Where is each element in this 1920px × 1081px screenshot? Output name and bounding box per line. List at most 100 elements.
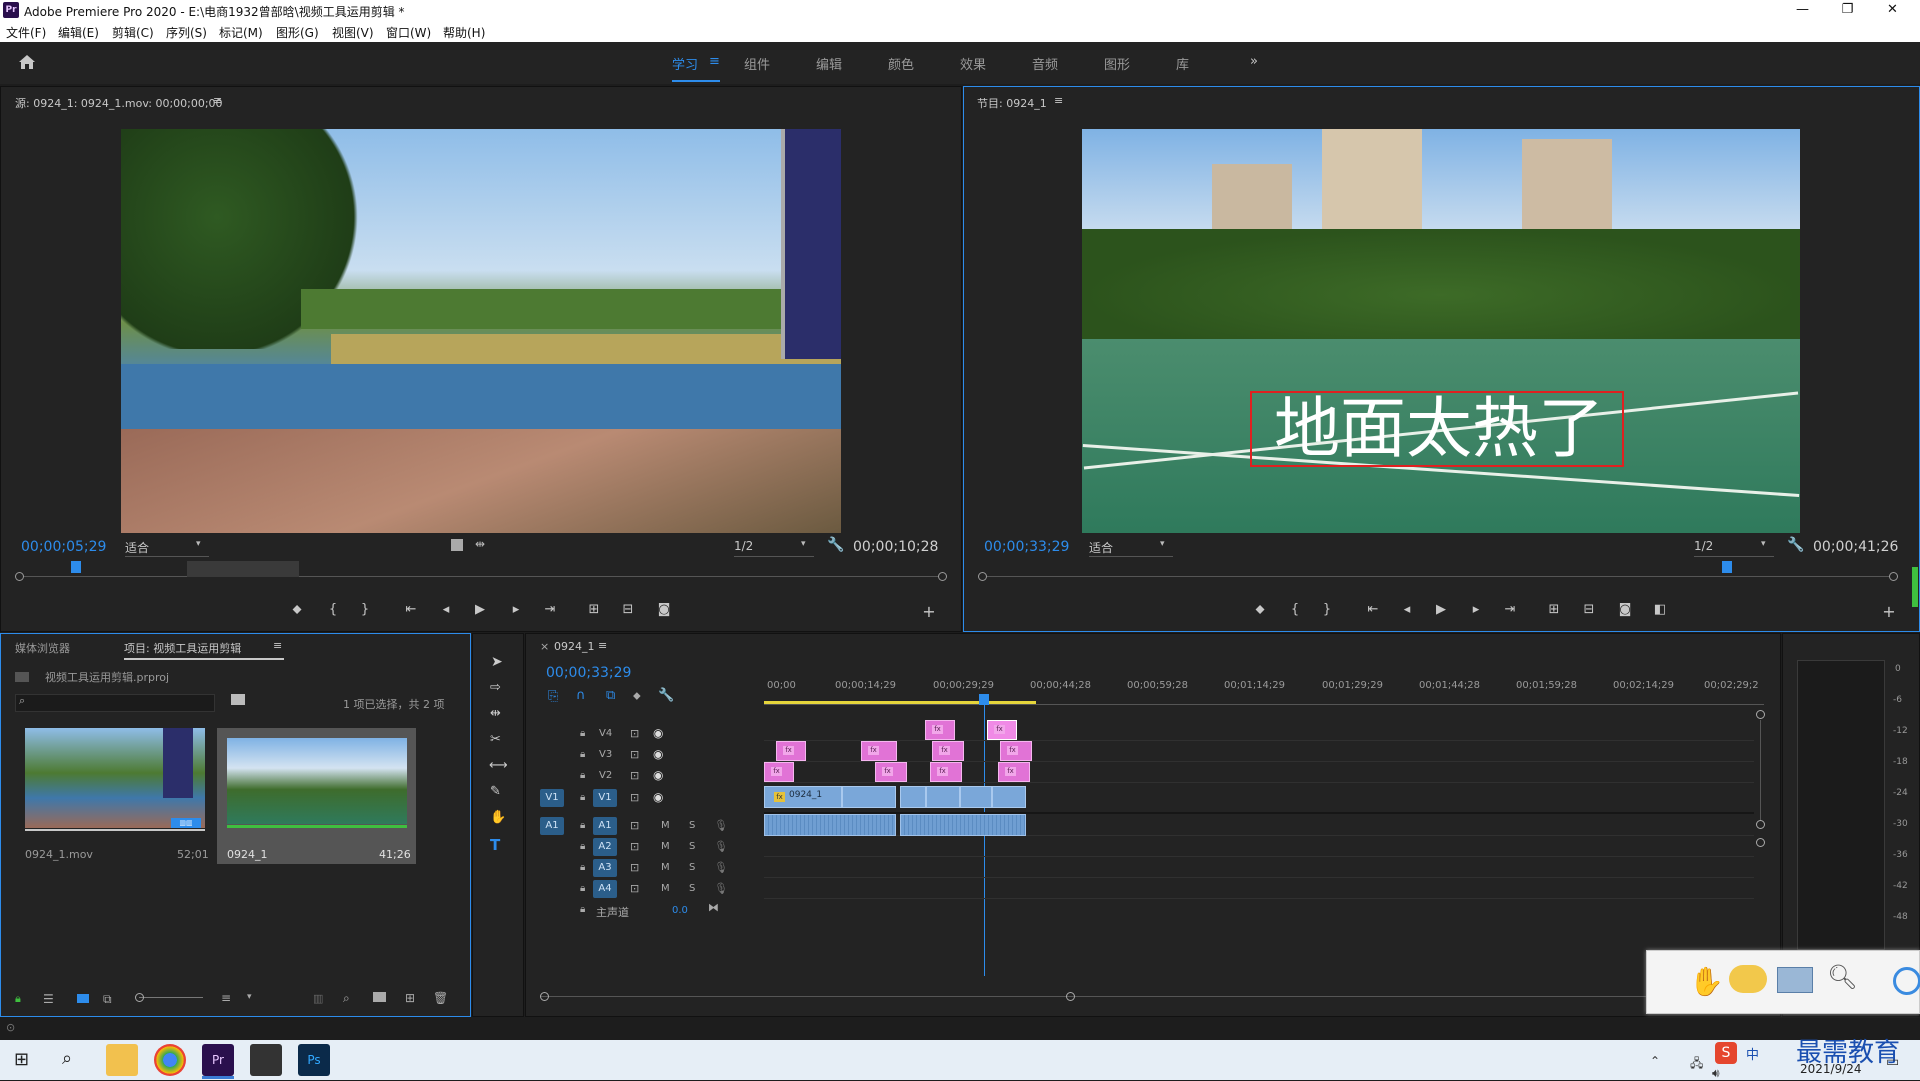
overlay-title-text[interactable]: 地面太热了 [1254, 391, 1624, 467]
sync-lock-icon[interactable]: ⊡ [630, 819, 639, 832]
new-search-bin-icon[interactable] [231, 694, 245, 705]
more-workspaces-icon[interactable]: » [1250, 54, 1258, 69]
microphone-icon[interactable]: 🎙︎ [714, 861, 728, 874]
settings-wrench-icon[interactable]: 🔧 [1787, 537, 1804, 553]
presentation-icon[interactable] [1777, 967, 1813, 993]
track-label-a4[interactable]: A4 [593, 880, 617, 898]
solo-button[interactable]: S [689, 883, 695, 894]
lock-icon[interactable]: 🔒︎ [580, 883, 585, 894]
tab-project[interactable]: 项目: 视频工具运用剪辑 [124, 640, 241, 656]
mute-button[interactable]: M [661, 883, 670, 894]
menu-marker[interactable]: 标记(M) [219, 24, 263, 41]
sync-lock-icon[interactable]: ⊡ [630, 727, 639, 740]
go-to-in-icon[interactable]: ⇤ [1363, 602, 1383, 617]
video-clip[interactable] [926, 786, 960, 808]
workspace-learn[interactable]: 学习 [672, 54, 698, 73]
microphone-icon[interactable]: 🎙︎ [714, 882, 728, 895]
workspace-libraries[interactable]: 库 [1176, 54, 1189, 73]
new-bin-icon[interactable] [373, 992, 386, 1002]
eye-icon[interactable]: ◉ [653, 726, 663, 740]
track-label-v4[interactable]: V4 [599, 728, 612, 739]
lock-icon[interactable]: 🔒︎ [580, 904, 585, 915]
source-video-frame[interactable] [121, 129, 841, 533]
ripple-edit-tool-icon[interactable]: ⇹ [490, 706, 501, 721]
zoom-handle-right[interactable] [1889, 572, 1898, 581]
sync-lock-icon[interactable]: ⊡ [630, 791, 639, 804]
source-playhead[interactable] [71, 561, 81, 573]
home-icon[interactable] [18, 54, 36, 70]
graphic-clip[interactable]: fx [1000, 741, 1032, 761]
lock-icon[interactable]: 🔒︎ [580, 820, 585, 831]
zoom-handle-left[interactable] [15, 572, 24, 581]
master-volume-value[interactable]: 0.0 [672, 905, 688, 916]
mute-button[interactable]: M [661, 841, 670, 852]
add-marker-icon[interactable]: ⬥ [633, 689, 641, 703]
lock-icon[interactable]: 🔒︎ [580, 728, 585, 739]
audio-clip[interactable] [900, 814, 1026, 836]
ime-mode[interactable]: 中 [1746, 1044, 1759, 1063]
track-label-v1[interactable]: V1 [593, 789, 617, 807]
graphic-clip[interactable]: fx [930, 762, 962, 782]
menu-view[interactable]: 视图(V) [332, 24, 374, 41]
lock-icon[interactable]: 🔒︎ [580, 862, 585, 873]
work-area-bar[interactable] [764, 701, 1036, 704]
workspace-graphics[interactable]: 图形 [1104, 54, 1130, 73]
zoom-slider-handle[interactable] [135, 993, 144, 1002]
graphic-clip[interactable]: fx [764, 762, 794, 782]
button-editor-add-icon[interactable]: + [1879, 602, 1899, 621]
slip-tool-icon[interactable]: ⟷ [489, 758, 508, 773]
mark-in-icon[interactable]: { [1285, 602, 1305, 617]
media-encoder-icon[interactable] [250, 1044, 282, 1076]
graphic-clip-selected[interactable]: fx [987, 720, 1017, 740]
eye-icon[interactable]: ◉ [653, 747, 663, 761]
maximize-button[interactable]: ❐ [1825, 0, 1870, 20]
timeline-ruler[interactable]: 00;00 00;00;14;29 00;00;29;29 00;00;44;2… [764, 680, 1764, 694]
source-time-ruler[interactable] [15, 561, 947, 581]
file-explorer-icon[interactable] [106, 1044, 138, 1076]
project-search-input[interactable] [15, 694, 215, 712]
timeline-playhead-timecode[interactable]: 00;00;33;29 [546, 665, 631, 681]
mute-button[interactable]: M [661, 862, 670, 873]
track-select-tool-icon[interactable]: ⇨ [490, 680, 501, 695]
trash-icon[interactable]: 🗑︎ [433, 991, 448, 1005]
vertical-zoom-handle[interactable] [1756, 838, 1765, 847]
play-icon[interactable]: ▶ [1431, 602, 1451, 617]
vertical-zoom-handle[interactable] [1756, 820, 1765, 829]
step-back-icon[interactable]: ◂ [1397, 602, 1417, 617]
graphic-clip[interactable]: fx [875, 762, 907, 782]
video-clip[interactable]: fx 0924_1 [764, 786, 842, 808]
nest-sequence-icon[interactable]: ⎘ [548, 689, 558, 704]
lock-icon[interactable]: 🔒︎ [580, 749, 585, 760]
workspace-assembly[interactable]: 组件 [744, 54, 770, 73]
vertical-scrollbar[interactable] [1760, 720, 1761, 820]
program-playhead[interactable] [1722, 561, 1732, 573]
lock-icon[interactable]: 🔒︎ [580, 841, 585, 852]
help-icon[interactable] [1893, 967, 1920, 995]
solo-button[interactable]: S [689, 820, 695, 831]
program-video-frame[interactable]: 地面太热了 [1082, 129, 1800, 533]
menu-sequence[interactable]: 序列(S) [166, 24, 207, 41]
chrome-icon[interactable] [154, 1044, 186, 1076]
graphic-clip[interactable]: fx [932, 741, 964, 761]
automate-icon[interactable]: ▥ [313, 992, 323, 1005]
source-panel-menu-icon[interactable]: ≡ [213, 94, 222, 107]
settings-wrench-icon[interactable]: 🔧 [827, 537, 844, 553]
graphic-clip[interactable]: fx [776, 741, 806, 761]
menu-graphics[interactable]: 图形(G) [276, 24, 319, 41]
timeline-tab[interactable]: 0924_1 [554, 640, 595, 653]
lock-icon[interactable]: 🔒︎ [580, 770, 585, 781]
hand-icon[interactable]: ✋ [1689, 965, 1724, 998]
program-playhead-timecode[interactable]: 00;00;33;29 [984, 539, 1069, 555]
source-playhead-timecode[interactable]: 00;00;05;29 [21, 539, 106, 555]
timeline-panel-menu-icon[interactable]: ≡ [598, 639, 607, 652]
find-icon[interactable]: ⌕ [343, 991, 350, 1006]
track-label-a1[interactable]: A1 [593, 817, 617, 835]
sync-lock-icon[interactable]: ⊡ [630, 861, 639, 874]
horizontal-scrollbar[interactable] [540, 996, 1762, 997]
zoom-handle-left[interactable] [540, 992, 549, 1001]
go-to-out-icon[interactable]: ⇥ [540, 602, 560, 617]
track-label-v3[interactable]: V3 [599, 749, 612, 760]
graphic-clip[interactable]: fx [998, 762, 1030, 782]
video-clip[interactable] [842, 786, 896, 808]
close-button[interactable]: ✕ [1870, 0, 1915, 20]
